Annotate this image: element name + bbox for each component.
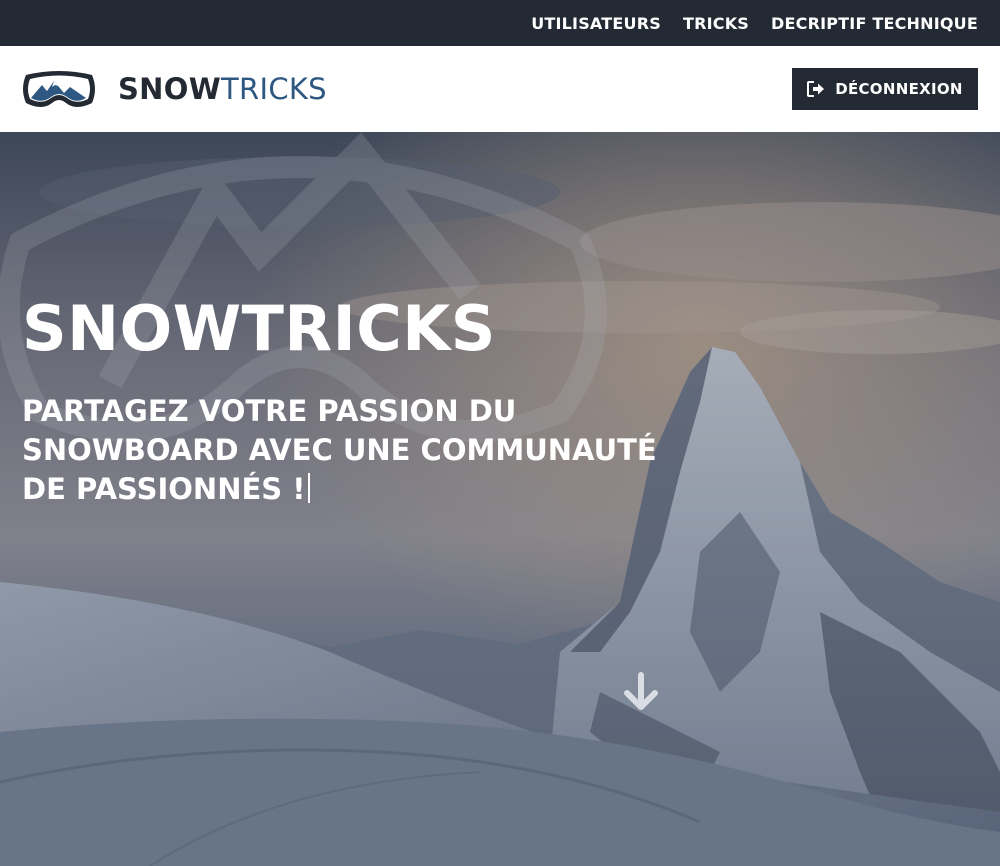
nav-link-tricks[interactable]: TRICKS xyxy=(683,14,749,33)
brand-name-bold: SNOW xyxy=(118,72,221,106)
nav-link-utilisateurs[interactable]: UTILISATEURS xyxy=(531,14,661,33)
nav-link-descriptif-technique[interactable]: DECRIPTIF TECHNIQUE xyxy=(771,14,978,33)
hero-section: SNOWTRICKS PARTAGEZ VOTRE PASSION DU SNO… xyxy=(0,132,1000,866)
hero-subtitle-text: PARTAGEZ VOTRE PASSION DU SNOWBOARD AVEC… xyxy=(22,394,657,506)
text-cursor xyxy=(307,473,310,503)
brand-name: SNOWTRICKS xyxy=(118,72,327,106)
goggles-logo-icon xyxy=(23,71,95,107)
brand-name-light: TRICKS xyxy=(221,72,327,106)
hero-subtitle: PARTAGEZ VOTRE PASSION DU SNOWBOARD AVEC… xyxy=(22,392,672,509)
logout-label: DÉCONNEXION xyxy=(835,80,963,98)
arrow-down-icon[interactable] xyxy=(622,672,660,712)
logout-button[interactable]: DÉCONNEXION xyxy=(792,68,978,110)
top-navigation: UTILISATEURS TRICKS DECRIPTIF TECHNIQUE xyxy=(0,0,1000,46)
brand[interactable]: SNOWTRICKS xyxy=(20,67,327,111)
hero-title: SNOWTRICKS xyxy=(22,292,496,365)
site-header: SNOWTRICKS DÉCONNEXION xyxy=(0,46,1000,132)
sign-out-icon xyxy=(807,81,825,97)
